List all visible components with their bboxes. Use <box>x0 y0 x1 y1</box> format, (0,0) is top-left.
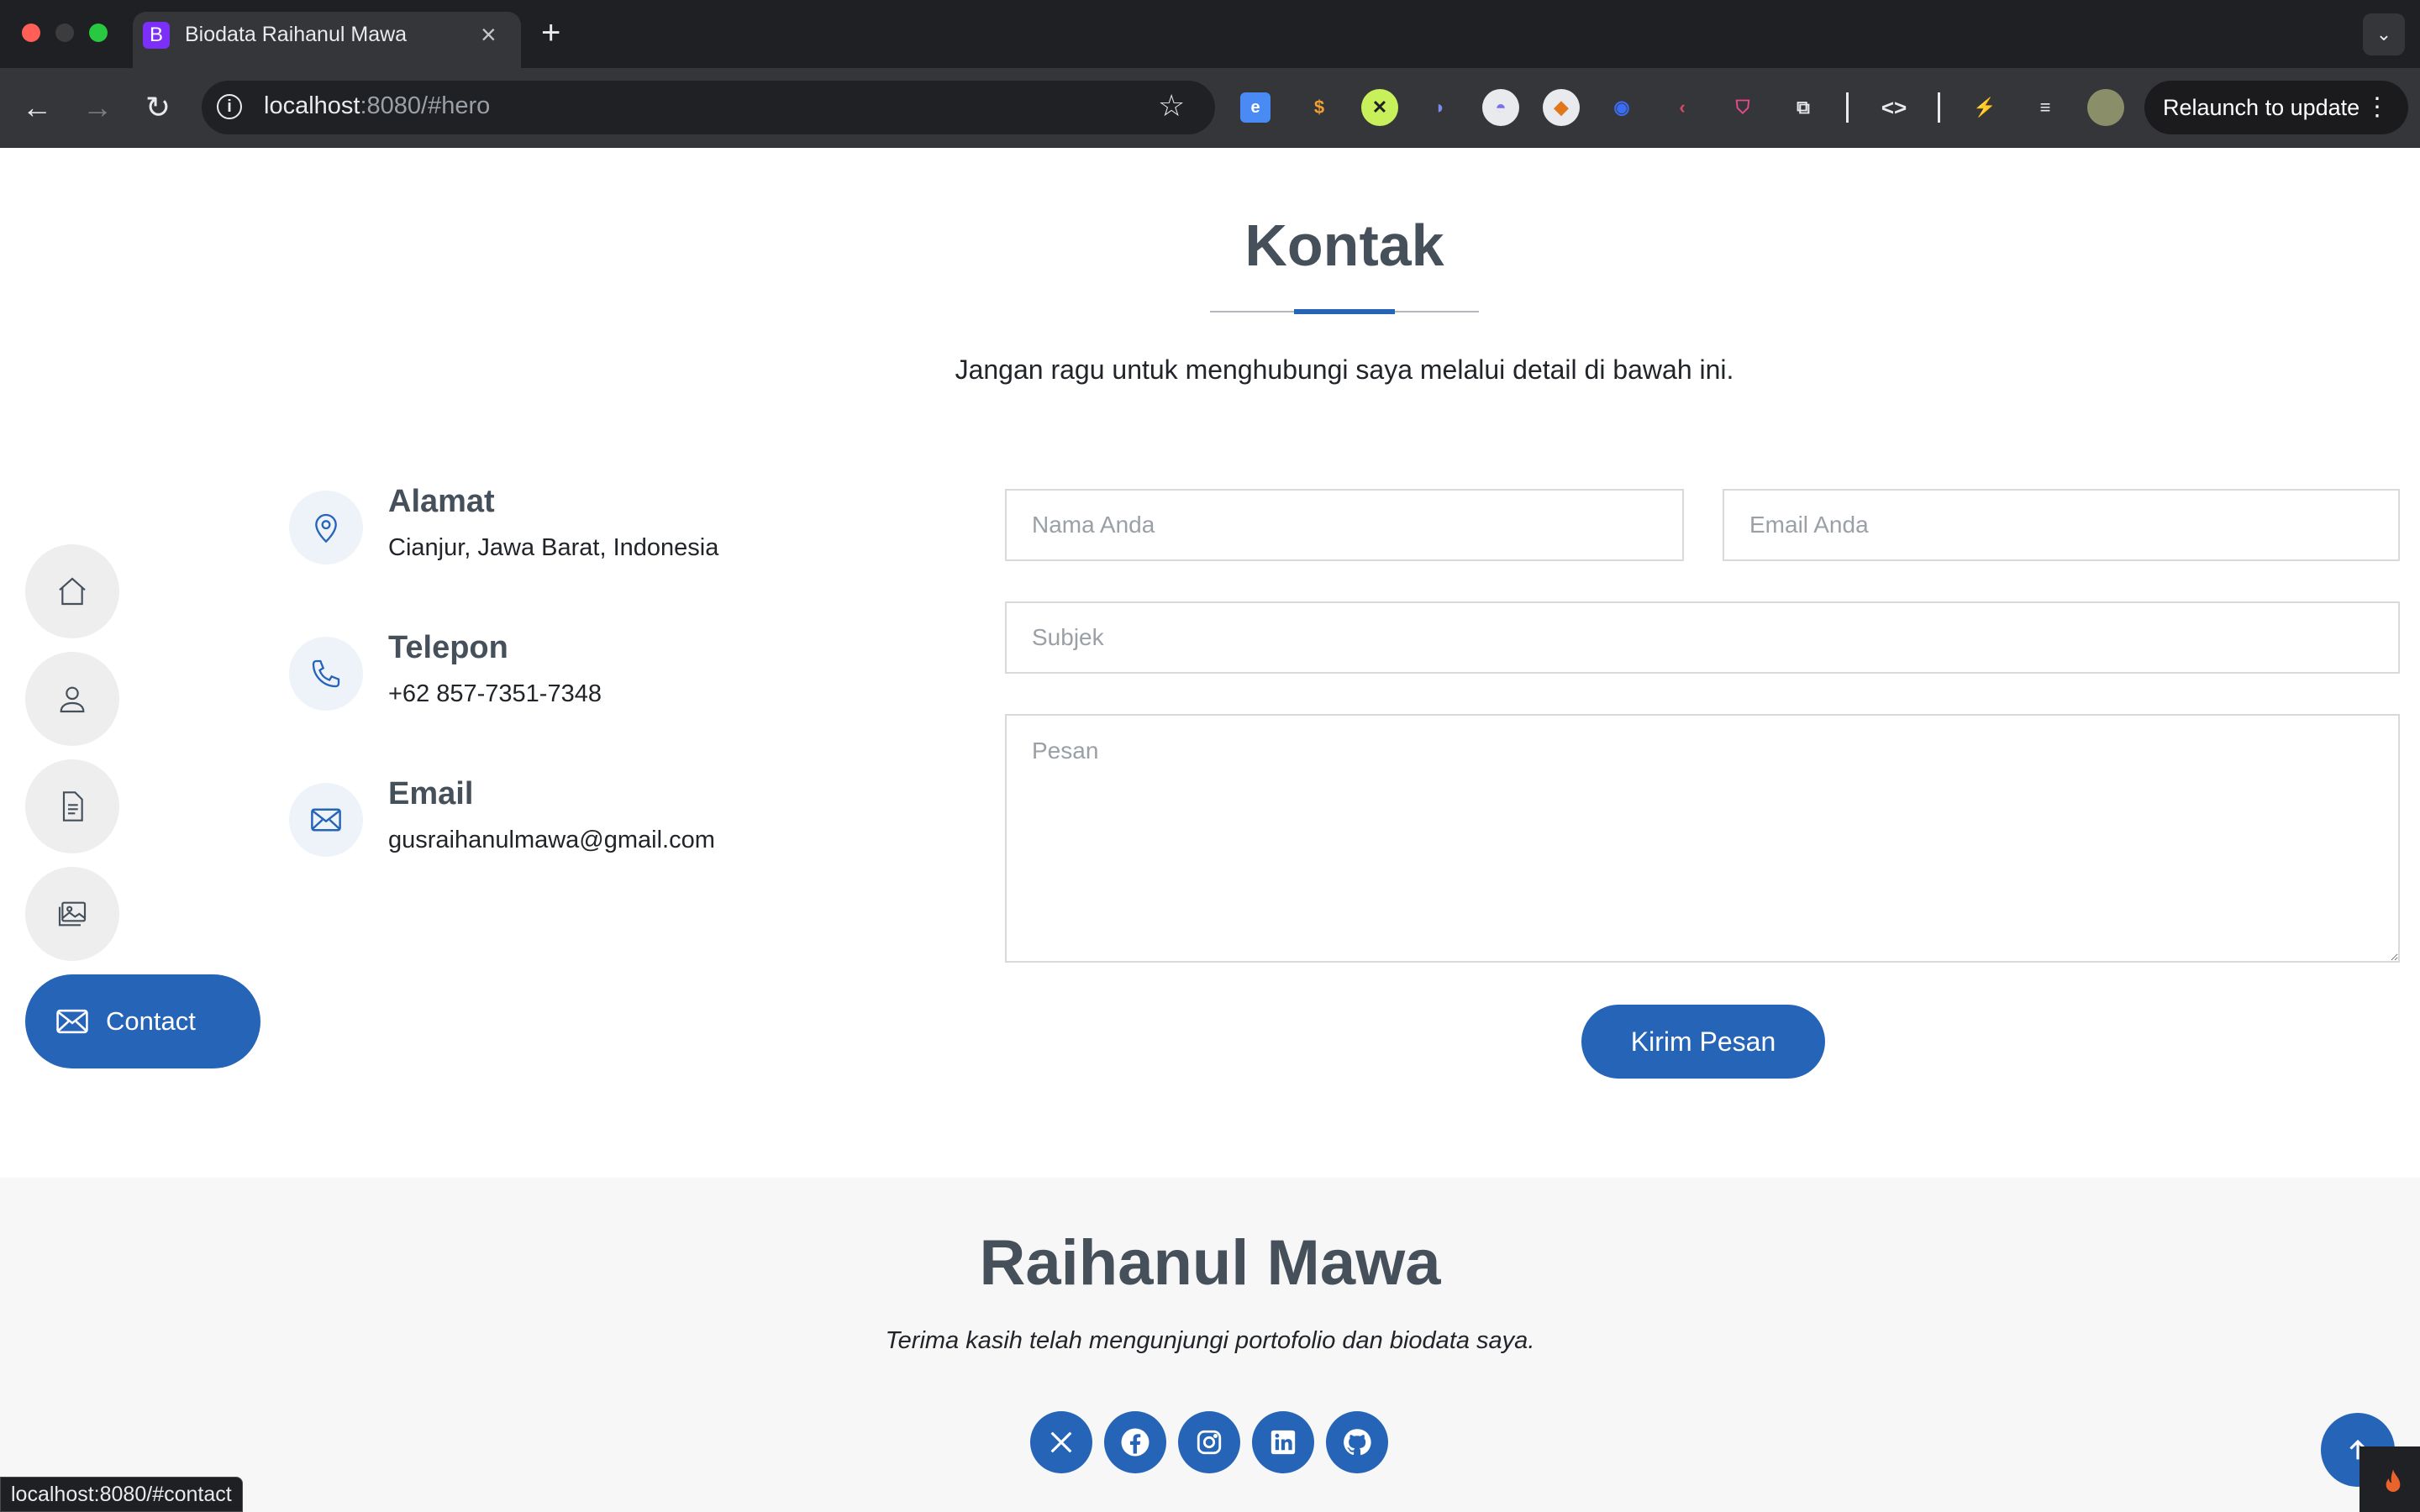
flame-badge-icon <box>2360 1446 2420 1512</box>
link-status-bar: localhost:8080/#contact <box>0 1477 243 1512</box>
github-icon <box>1344 1429 1371 1456</box>
nav-resume-button[interactable] <box>25 759 119 853</box>
images-icon <box>58 901 87 927</box>
envelope-icon <box>56 1009 88 1034</box>
nav-portfolio-button[interactable] <box>25 867 119 961</box>
facebook-link[interactable] <box>1104 1411 1166 1473</box>
tab-close-icon[interactable]: × <box>481 18 497 50</box>
nav-contact-button[interactable]: Contact <box>25 974 260 1068</box>
name-input[interactable] <box>1005 489 1684 561</box>
instagram-icon <box>1197 1430 1222 1455</box>
tab-favicon-icon: B <box>143 22 170 49</box>
tab-title: Biodata Raihanul Mawa <box>185 23 408 46</box>
devtools-code-icon[interactable]: <> <box>1876 89 1912 126</box>
reload-icon[interactable]: ↻ <box>138 87 178 128</box>
map-pin-icon <box>289 491 363 564</box>
nav-home-button[interactable] <box>25 544 119 638</box>
instagram-link[interactable] <box>1178 1411 1240 1473</box>
home-icon <box>59 577 86 606</box>
title-divider-accent <box>1294 309 1395 314</box>
toolbar-divider <box>1846 92 1849 123</box>
phone-value: +62 857-7351-7348 <box>388 680 602 707</box>
section-subtitle: Jangan ragu untuk menghubungi saya melal… <box>955 354 1734 385</box>
github-link[interactable] <box>1326 1411 1388 1473</box>
address-label: Alamat <box>388 484 495 519</box>
linkedin-icon <box>1270 1430 1296 1455</box>
send-message-button[interactable]: Kirim Pesan <box>1581 1005 1825 1079</box>
media-controls-icon[interactable]: ≡ <box>2027 89 2064 126</box>
forward-arrow-icon[interactable]: → <box>77 87 118 128</box>
extension-icon[interactable]: ‹ <box>1664 89 1701 126</box>
window-maximize-button[interactable] <box>89 24 108 42</box>
window-minimize-button[interactable] <box>55 24 74 42</box>
bookmark-star-icon[interactable]: ☆ <box>1158 89 1185 123</box>
phone-label: Telepon <box>388 630 508 665</box>
document-icon <box>62 791 83 822</box>
footer-tagline: Terima kasih telah mengunjungi portofoli… <box>885 1327 1535 1354</box>
message-textarea[interactable] <box>1005 714 2400 963</box>
email-value: gusraihanulmawa@gmail.com <box>388 827 715 853</box>
tab-search-chevron-icon[interactable]: ⌄ <box>2363 13 2405 55</box>
extension-icon[interactable]: ✕ <box>1361 89 1398 126</box>
phone-icon <box>289 637 363 711</box>
site-info-icon[interactable]: i <box>217 94 242 119</box>
relaunch-update-button[interactable]: Relaunch to update ⋮ <box>2144 81 2408 134</box>
facebook-icon <box>1121 1428 1150 1457</box>
toolbar-divider <box>1938 92 1940 123</box>
extension-icon[interactable]: ⛉ <box>1724 89 1761 126</box>
new-tab-icon[interactable]: + <box>541 15 560 50</box>
subject-input[interactable] <box>1005 601 2400 674</box>
address-value: Cianjur, Jawa Barat, Indonesia <box>388 534 719 561</box>
envelope-icon <box>289 783 363 857</box>
extensions-puzzle-icon[interactable]: ⧉ <box>1785 89 1822 126</box>
linkedin-link[interactable] <box>1252 1411 1314 1473</box>
section-title: Kontak <box>1244 213 1444 278</box>
profile-avatar[interactable] <box>2087 89 2124 126</box>
performance-icon[interactable]: ⚡ <box>1966 89 2003 126</box>
nav-about-button[interactable] <box>25 652 119 746</box>
window-close-button[interactable] <box>22 24 40 42</box>
nav-contact-label: Contact <box>106 1006 196 1036</box>
footer-name: Raihanul Mawa <box>979 1227 1441 1299</box>
extension-icon[interactable]: $ <box>1301 89 1338 126</box>
extension-icon[interactable]: e <box>1240 92 1270 123</box>
back-arrow-icon[interactable]: ← <box>17 87 57 128</box>
email-label: Email <box>388 776 474 811</box>
x-twitter-link[interactable] <box>1030 1411 1092 1473</box>
email-input[interactable] <box>1723 489 2400 561</box>
x-icon <box>1050 1431 1072 1453</box>
kebab-menu-icon[interactable]: ⋮ <box>2365 81 2390 134</box>
extension-icon[interactable]: ◗ <box>1422 89 1459 126</box>
person-icon <box>60 686 85 713</box>
address-bar-url[interactable]: localhost:8080/#hero <box>264 92 490 120</box>
extension-icon[interactable]: ◉ <box>1603 89 1640 126</box>
metamask-extension-icon[interactable]: ◆ <box>1543 89 1580 126</box>
extension-icon[interactable]: ◓ <box>1482 89 1519 126</box>
